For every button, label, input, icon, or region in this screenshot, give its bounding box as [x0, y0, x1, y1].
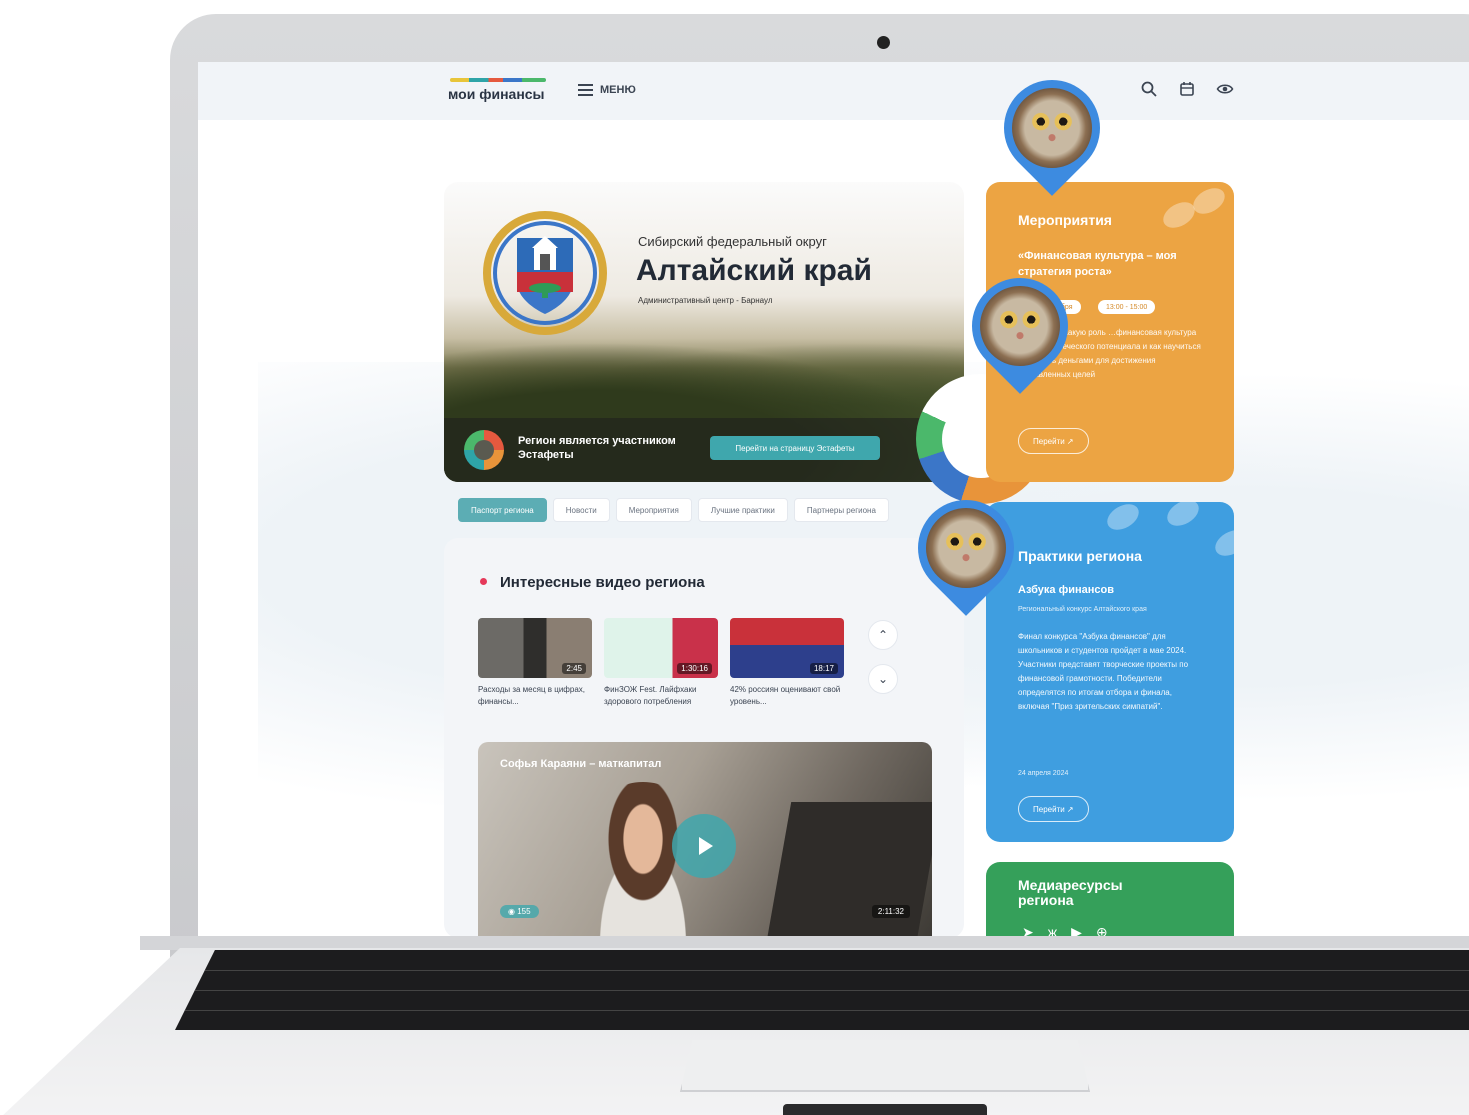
tab-passport[interactable]: Паспорт региона — [458, 498, 547, 522]
carousel-up-button[interactable]: ⌃ — [868, 620, 898, 650]
relay-text: Регион является участником Эстафеты — [518, 435, 676, 461]
cat-face-icon — [980, 286, 1060, 366]
admin-center: Административный центр - Барнаул — [638, 296, 773, 305]
section-bullet — [480, 578, 487, 585]
media-heading: Медиаресурсы региона — [1018, 877, 1123, 908]
vk-icon[interactable]: ж — [1048, 924, 1057, 936]
top-navigation-bar: мои финансы МЕНЮ — [198, 62, 1469, 120]
event-title[interactable]: «Финансовая культура – моя стратегия рос… — [1018, 248, 1208, 280]
practices-heading: Практики региона — [1018, 548, 1142, 564]
laptop-notch — [783, 1104, 987, 1115]
video-duration: 1:30:16 — [677, 663, 712, 674]
video-card[interactable]: 2:45 Расходы за месяц в цифрах, финансы.… — [478, 618, 592, 708]
views-count: 155 — [517, 907, 531, 916]
videos-section: Интересные видео региона 2:45 Расходы за… — [444, 538, 964, 936]
media-icons: ➤ ж ▶ ⊕ — [1022, 924, 1108, 936]
telegram-icon[interactable]: ➤ — [1022, 924, 1034, 936]
video-caption[interactable]: 42% россиян оценивают свой уровень... — [730, 684, 844, 708]
video-duration: 2:45 — [562, 663, 586, 674]
event-go-button[interactable]: Перейти ↗ — [1018, 428, 1089, 454]
video-duration: 18:17 — [809, 663, 838, 674]
menu-button[interactable]: МЕНЮ — [600, 84, 636, 96]
site-logo[interactable]: мои финансы — [448, 86, 545, 102]
relay-page-button[interactable]: Перейти на страницу Эстафеты — [710, 436, 880, 460]
decor-leaf — [1162, 502, 1204, 532]
laptop-hinge — [140, 936, 1469, 950]
key-row — [175, 970, 1469, 971]
laptop-screen: мои финансы МЕНЮ Сибирский федеральный о… — [198, 62, 1469, 936]
events-heading: Мероприятия — [1018, 212, 1112, 228]
tab-news[interactable]: Новости — [552, 498, 610, 522]
media-card: Медиаресурсы региона ➤ ж ▶ ⊕ — [986, 862, 1234, 936]
views-badge: ◉ 155 — [500, 905, 539, 918]
federal-district: Сибирский федеральный округ — [638, 234, 827, 249]
logo-stripe — [450, 78, 546, 82]
region-tabs: Паспорт региона Новости Мероприятия Лучш… — [458, 498, 889, 522]
video-caption[interactable]: Расходы за месяц в цифрах, финансы... — [478, 684, 592, 708]
video-thumbnail[interactable]: 2:45 — [478, 618, 592, 678]
decor-leaf — [1210, 524, 1234, 562]
touchpad — [680, 1040, 1090, 1092]
header-actions — [1140, 80, 1234, 98]
globe-icon[interactable]: ⊕ — [1096, 924, 1108, 936]
play-icon[interactable] — [672, 814, 736, 878]
practices-card: Практики региона Азбука финансов Региона… — [986, 502, 1234, 842]
decor-leaf — [1102, 502, 1144, 536]
region-hero-banner: Сибирский федеральный округ Алтайский кр… — [444, 182, 964, 482]
key-row — [175, 990, 1469, 991]
tab-best-practices[interactable]: Лучшие практики — [697, 498, 788, 522]
video-thumbnail[interactable]: 1:30:16 — [604, 618, 718, 678]
keyboard — [175, 950, 1469, 1030]
tab-events[interactable]: Мероприятия — [615, 498, 692, 522]
video-card[interactable]: 18:17 42% россиян оценивают свой уровень… — [730, 618, 844, 708]
decor-leaf — [1188, 182, 1230, 220]
practice-title[interactable]: Азбука финансов — [1018, 582, 1208, 598]
practice-description: Финал конкурса "Азбука финансов" для шко… — [1018, 632, 1189, 711]
videos-title: Интересные видео региона — [500, 574, 705, 591]
featured-video-duration: 2:11:32 — [871, 905, 910, 918]
youtube-icon[interactable]: ▶ — [1071, 924, 1082, 936]
practice-subtitle: Региональный конкурс Алтайского края — [1018, 606, 1147, 613]
key-row — [175, 1010, 1469, 1011]
event-time: 13:00 - 15:00 — [1098, 300, 1156, 314]
video-card[interactable]: 1:30:16 ФинЗОЖ Fest. Лайфхаки здорового … — [604, 618, 718, 708]
webcam — [877, 36, 890, 49]
relay-bar: Регион является участником Эстафеты Пере… — [444, 418, 964, 482]
featured-video[interactable]: Софья Караяни – маткапитал ◉ 155 2:11:32 — [478, 742, 932, 936]
relay-logo-icon — [464, 430, 504, 470]
region-title: Алтайский край — [636, 254, 872, 287]
video-caption[interactable]: ФинЗОЖ Fest. Лайфхаки здорового потребле… — [604, 684, 718, 708]
laptop-mockup: мои финансы МЕНЮ Сибирский федеральный о… — [0, 0, 1469, 1115]
cat-face-icon — [926, 508, 1006, 588]
eye-icon[interactable] — [1216, 80, 1234, 98]
tab-partners[interactable]: Партнеры региона — [793, 498, 889, 522]
carousel-down-button[interactable]: ⌄ — [868, 664, 898, 694]
cat-face-icon — [1012, 88, 1092, 168]
search-icon[interactable] — [1140, 80, 1158, 98]
video-thumbnail[interactable]: 18:17 — [730, 618, 844, 678]
featured-video-title: Софья Караяни – маткапитал — [500, 758, 662, 770]
calendar-icon[interactable] — [1178, 80, 1196, 98]
eye-icon: ◉ — [508, 907, 518, 916]
coat-of-arms-icon — [483, 211, 607, 335]
hamburger-icon[interactable] — [578, 84, 593, 96]
video-carousel: 2:45 Расходы за месяц в цифрах, финансы.… — [478, 618, 844, 708]
practice-date: 24 апреля 2024 — [1018, 770, 1069, 777]
practice-go-button[interactable]: Перейти ↗ — [1018, 796, 1089, 822]
